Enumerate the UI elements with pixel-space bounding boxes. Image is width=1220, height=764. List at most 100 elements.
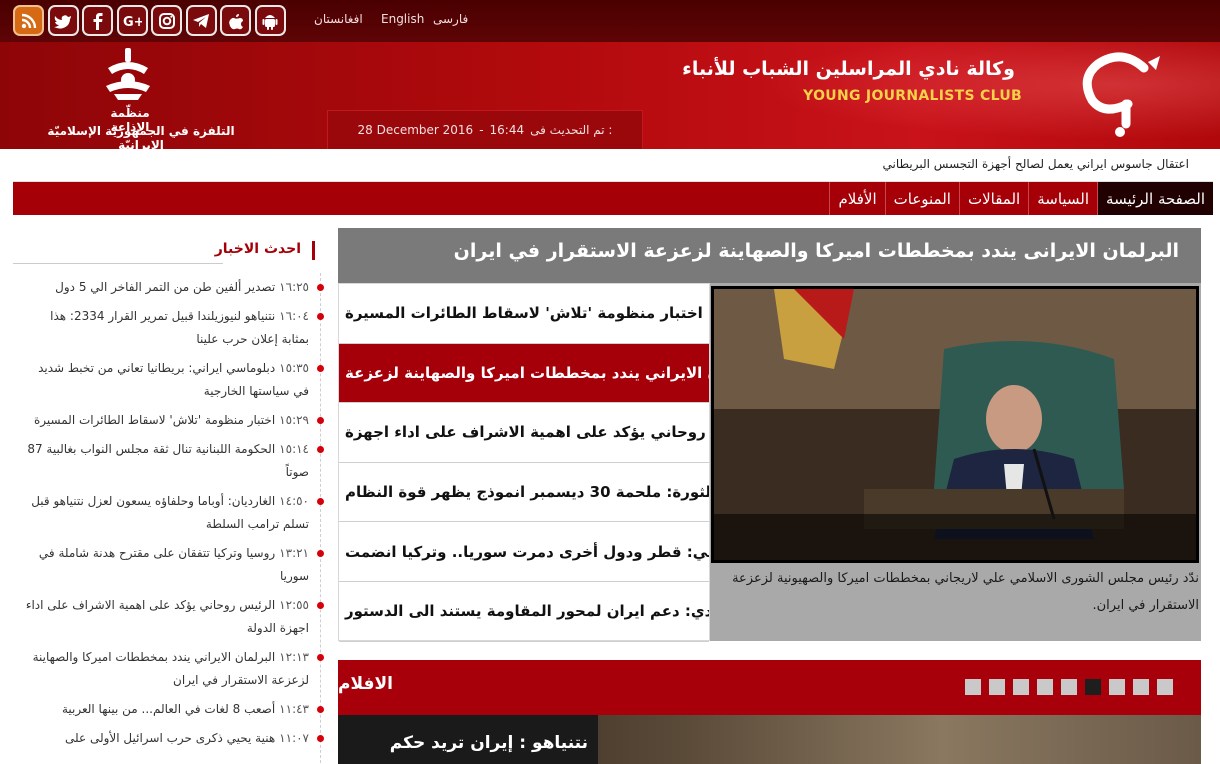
news-title[interactable]: هنية يحيي ذكرى حرب اسرائيل الأولى على [65,731,275,745]
telegram-icon[interactable] [185,5,217,36]
facebook-icon[interactable] [82,5,113,36]
pager-dot[interactable] [965,679,981,695]
googleplus-icon[interactable]: G+ [116,5,148,36]
pager-dot[interactable] [1109,679,1125,695]
bullet-dot-icon [317,417,324,424]
feature-caption: ندّد رئيس مجلس الشورى الاسلامي علي لاريج… [732,571,1199,613]
ticker-headline[interactable]: اعتقال جاسوس ايراني يعمل لصالح أجهزة الت… [883,157,1189,171]
news-time: ١٥:١٤ [279,442,309,456]
news-time: ١٥:٢٩ [279,413,309,427]
latest-news-list: ١٦:٢٥ تصدير ألفين طن من التمر الفاخر الي … [13,276,325,756]
latest-news-item[interactable]: ١٥:١٤الحكومة اللبنانية تنال ثقة مجلس الن… [13,438,325,490]
irib-name-line2: التلفزة في الجمهوريّة الإسلاميّة الإيران… [47,124,235,149]
twitter-icon[interactable] [47,5,79,36]
pager-dot[interactable] [1157,679,1173,695]
site-header: منظّمة الإذاعة التلفزة في الجمهوريّة الإ… [0,42,1220,149]
headline-item[interactable]: البرلمان الايراني يندد بمخططات اميركا وا… [339,343,709,404]
news-title[interactable]: اختبار منظومة 'تلاش' لاسقاط الطائرات الم… [34,413,275,427]
lang-english[interactable]: English [381,12,424,26]
news-title[interactable]: البرلمان الايراني يندد بمخططات اميركا وا… [33,650,309,687]
feature-panel: اختبار منظومة 'تلاش' لاسقاط الطائرات الم… [338,283,1201,642]
latest-news-item[interactable]: ١٥:٣٥دبلوماسي ايراني: بريطانيا تعاني من … [13,357,325,409]
news-time: ١٥:٣٥ [279,361,309,375]
irib-logo[interactable] [100,46,156,102]
headline-item[interactable]: بروجردي: دعم ايران لمحور المقاومة يستند … [339,582,709,642]
news-title[interactable]: دبلوماسي ايراني: بريطانيا تعاني من تخبط … [38,361,309,398]
feature-headline[interactable]: البرلمان الايرانی يندد بمخططات اميركا وا… [454,240,1179,262]
latest-news-item[interactable]: ١١:٠٧ هنية يحيي ذكرى حرب اسرائيل الأولى ع… [13,727,325,756]
latest-news-item[interactable]: ١٦:٠٤نتنياهو لنيوزيلندا قبيل تمرير القرا… [13,305,325,357]
nav-politics[interactable]: السياسة [1028,182,1097,215]
films-section-title[interactable]: الافلام [338,674,393,694]
bullet-dot-icon [317,654,324,661]
bullet-dot-icon [317,706,324,713]
latest-news-item[interactable]: ١٢:٥٥الرئيس روحاني يؤكد على اهمية الاشرا… [13,594,325,646]
headline-item[interactable]: اختبار منظومة 'تلاش' لاسقاط الطائرات الم… [339,284,709,344]
film-caption[interactable]: نتنياهو : إيران تريد حكم [390,733,588,753]
nav-misc[interactable]: المنوعات [884,182,959,215]
bullet-dot-icon [317,602,324,609]
news-time: ١٣:٢١ [279,546,309,560]
headline-list: اختبار منظومة 'تلاش' لاسقاط الطائرات الم… [338,283,710,642]
headline-item[interactable]: ولايتي: قطر ودول أخرى دمرت سوريا.. وتركي… [339,522,709,582]
pager-dot[interactable] [1013,679,1029,695]
latest-news-sidebar: احدث الاخبار ١٦:٢٥ تصدير ألفين طن من التم… [13,228,325,764]
feature-photo[interactable] [711,286,1199,563]
news-time: ١١:٠٧ [279,731,309,745]
latest-news-item[interactable]: ١٤:٥٠الغارديان: أوباما وحلفاؤه يسعون لعز… [13,490,325,542]
lang-afghanistan[interactable]: افغانستان [314,12,363,26]
pager-dot[interactable] [1037,679,1053,695]
bullet-dot-icon [317,735,324,742]
film-caption-box: نتنياهو : إيران تريد حكم [338,715,598,764]
update-label: تم التحديث فی : [530,123,613,137]
sidebar-title: احدث الاخبار [214,241,301,257]
svg-text:G+: G+ [123,15,142,30]
pager-dot[interactable] [1085,679,1101,695]
feature-photo-image [714,289,1196,560]
update-separator: - [479,123,484,137]
headline-item[interactable]: قائد الثورة: ملحمة 30 ديسمبر انموذج يظهر… [339,463,709,523]
news-time: ١٢:٥٥ [279,598,309,612]
news-title[interactable]: أصعب 8 لغات في العالم... من بينها العربي… [62,702,275,716]
news-title[interactable]: الحكومة اللبنانية تنال ثقة مجلس النواب ب… [27,442,309,479]
instagram-icon[interactable] [151,5,182,36]
news-title[interactable]: الرئيس روحاني يؤكد على اهمية الاشراف على… [26,598,309,635]
ybc-logo-icon[interactable] [1052,42,1172,142]
bullet-dot-icon [317,498,324,505]
news-time: ١٦:٢٥ [279,280,309,294]
rss-icon[interactable] [13,5,44,36]
film-slide[interactable]: نتنياهو : إيران تريد حكم [338,715,1201,764]
brand-name-arabic[interactable]: وكالة نادي المراسلين الشباب للأنباء [682,58,1015,80]
news-time: ١١:٤٣ [279,702,309,716]
news-title[interactable]: الغارديان: أوباما وحلفاؤه يسعون لعزل نتن… [31,494,309,531]
latest-news-item[interactable]: ١٦:٢٥ تصدير ألفين طن من التمر الفاخر الي … [13,276,325,305]
bullet-dot-icon [317,365,324,372]
lang-farsi[interactable]: فارسی [433,12,468,26]
films-section-bar: الافلام [338,660,1201,715]
latest-news-item[interactable]: ١٣:٢١روسيا وتركيا تتفقان على مقترح هدنة … [13,542,325,594]
bullet-dot-icon [317,313,324,320]
nav-films[interactable]: الأفلام [829,182,884,215]
brand-name-english[interactable]: YOUNG JOURNALISTS CLUB [803,88,1022,104]
latest-news-item[interactable]: ١١:٤٣ أصعب 8 لغات في العالم... من بينها ا… [13,698,325,727]
android-icon[interactable] [254,5,286,36]
bullet-dot-icon [317,446,324,453]
latest-news-item[interactable]: ١٥:٢٩ اختبار منظومة 'تلاش' لاسقاط الطائرا… [13,409,325,438]
nav-home[interactable]: الصفحة الرئيسة [1097,182,1213,215]
top-bar: G+ افغانستان English فارسی [0,0,1220,42]
headline-item[interactable]: الرئيس روحاني يؤكد على اهمية الاشراف على… [339,403,709,463]
pager-dot[interactable] [1133,679,1149,695]
bullet-dot-icon [317,550,324,557]
pager-dot[interactable] [1061,679,1077,695]
sidebar-title-marker [312,241,315,260]
news-title[interactable]: روسيا وتركيا تتفقان على مقترح هدنة شاملة… [39,546,309,583]
news-title[interactable]: تصدير ألفين طن من التمر الفاخر الي 5 دول [55,280,275,294]
pager-dot[interactable] [989,679,1005,695]
apple-icon[interactable] [220,5,251,36]
bullet-dot-icon [317,284,324,291]
nav-articles[interactable]: المقالات [958,182,1028,215]
latest-news-item[interactable]: ١٢:١٣البرلمان الايراني يندد بمخططات امير… [13,646,325,698]
news-title[interactable]: نتنياهو لنيوزيلندا قبيل تمرير القرار 233… [50,309,309,346]
news-time: ١٤:٥٠ [279,494,309,508]
sidebar-divider [13,263,223,264]
